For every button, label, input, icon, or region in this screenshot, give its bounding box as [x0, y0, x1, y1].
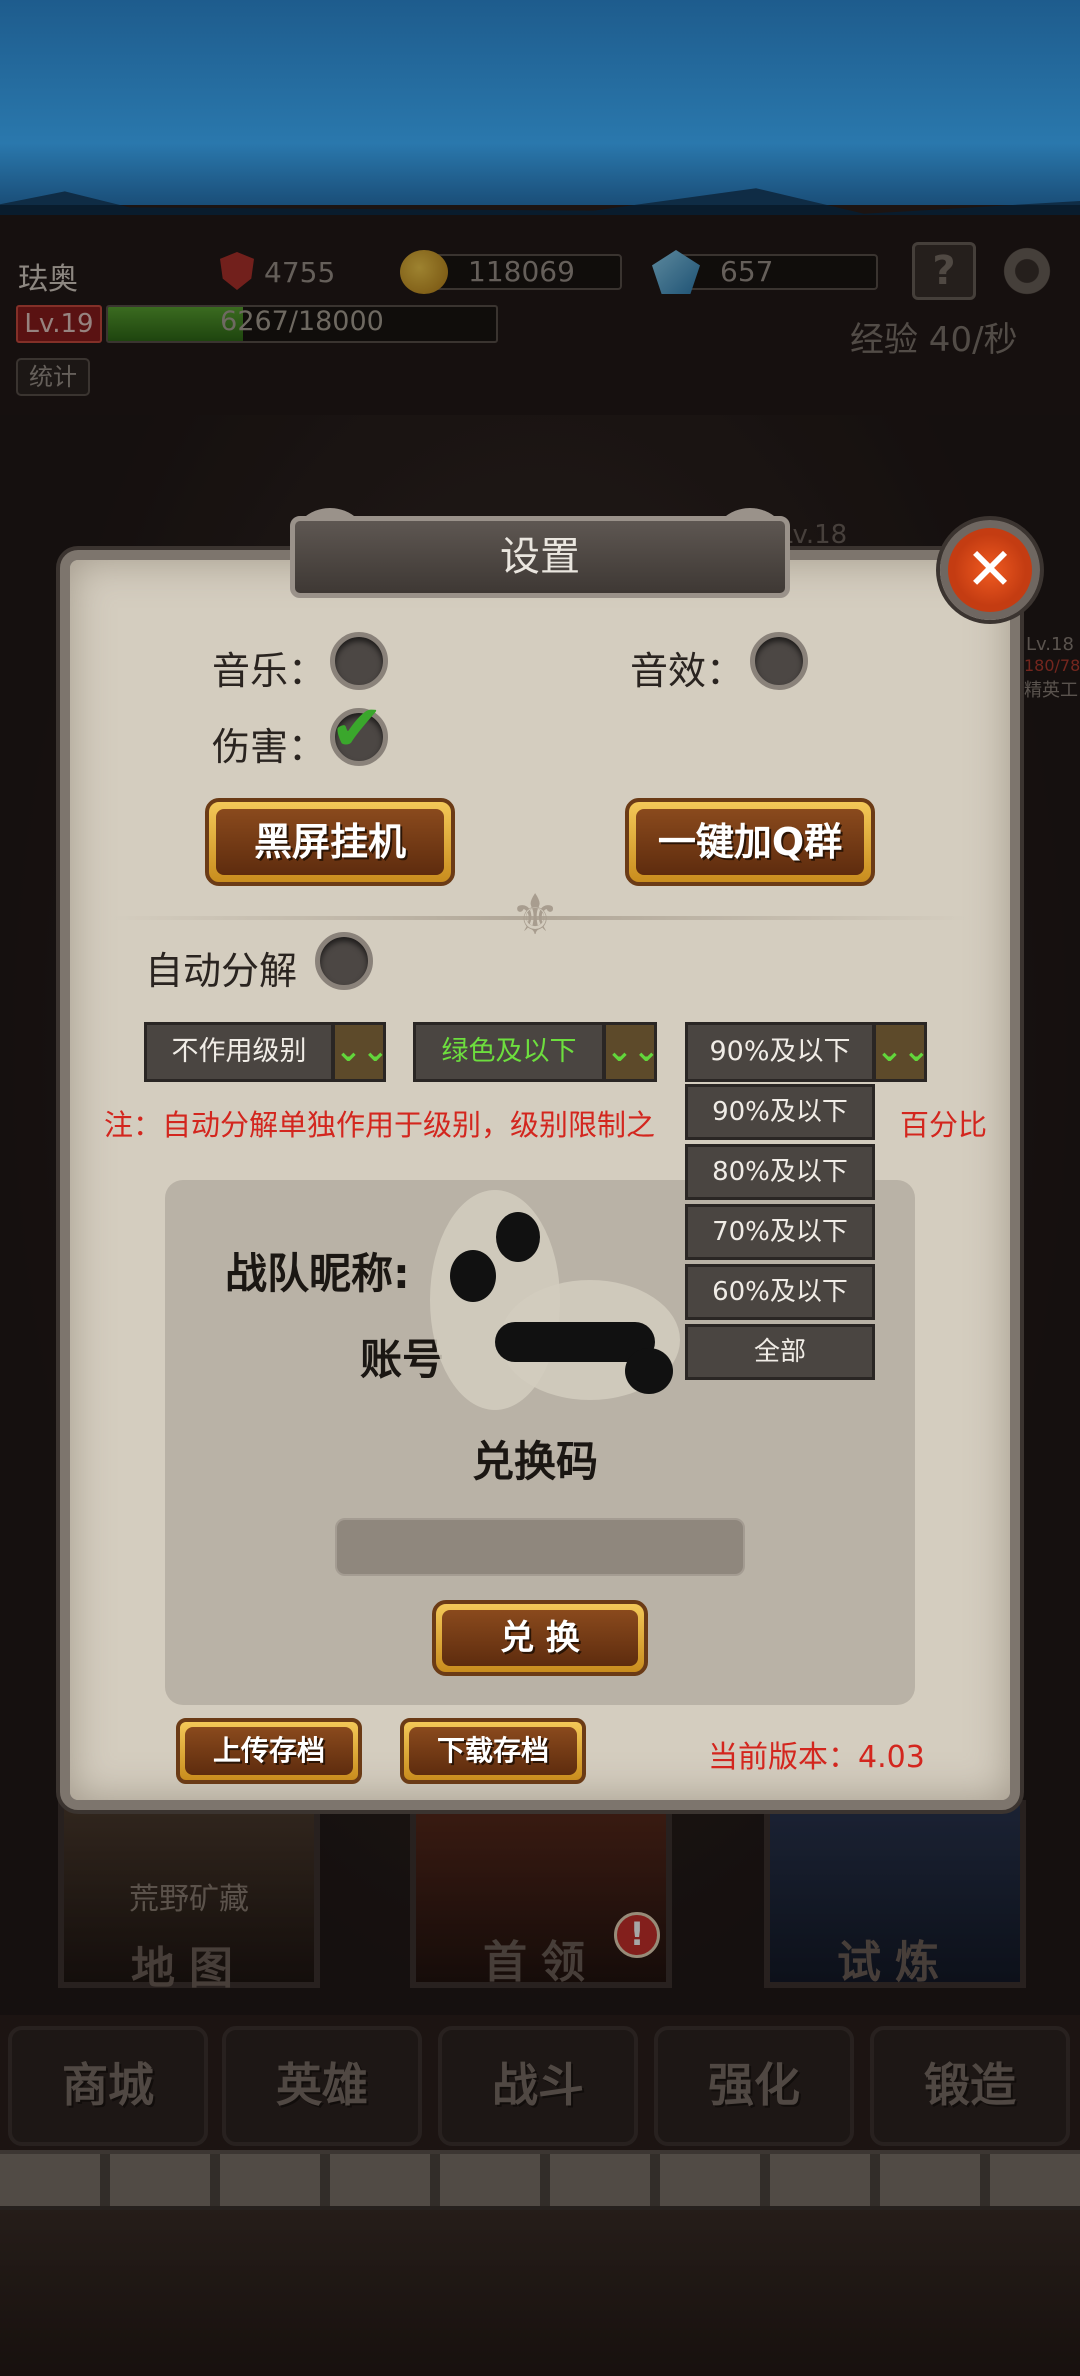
- music-toggle[interactable]: [330, 632, 388, 690]
- dialog-title: 设置: [290, 516, 790, 598]
- level-filter-select[interactable]: 不作用级别: [144, 1022, 334, 1082]
- auto-decompose-toggle[interactable]: [315, 932, 373, 990]
- join-qq-group-button[interactable]: 一键加Q群: [625, 798, 875, 886]
- redeem-code-label: 兑换码: [472, 1437, 599, 1486]
- redaction-scribble: [450, 1250, 496, 1302]
- close-icon[interactable]: ✕: [940, 520, 1040, 620]
- join-qq-group-label: 一键加Q群: [636, 809, 864, 875]
- chevron-down-icon[interactable]: ⌄⌄: [332, 1022, 389, 1082]
- redaction-scribble: [496, 1212, 540, 1262]
- upload-save-button[interactable]: 上传存档: [176, 1718, 362, 1784]
- sfx-toggle[interactable]: [750, 632, 808, 690]
- percent-option[interactable]: 90%及以下: [685, 1084, 875, 1140]
- percent-option[interactable]: 全部: [685, 1324, 875, 1380]
- redeem-button[interactable]: 兑 换: [432, 1600, 648, 1676]
- sfx-label: 音效：: [630, 649, 745, 693]
- percent-filter-select[interactable]: 90%及以下: [685, 1022, 875, 1082]
- download-save-button[interactable]: 下载存档: [400, 1718, 586, 1784]
- redeem-button-label: 兑 换: [442, 1610, 638, 1666]
- percent-option[interactable]: 80%及以下: [685, 1144, 875, 1200]
- account-label: 账号: [360, 1335, 445, 1384]
- team-name-label: 战队昵称:: [225, 1249, 410, 1298]
- percent-option[interactable]: 60%及以下: [685, 1264, 875, 1320]
- auto-decompose-note: 注：自动分解单独作用于级别，级别限制之: [104, 1108, 656, 1142]
- redaction-scribble: [625, 1348, 673, 1394]
- download-save-label: 下载存档: [409, 1727, 577, 1775]
- chevron-down-icon[interactable]: ⌄⌄: [873, 1022, 930, 1082]
- upload-save-label: 上传存档: [185, 1727, 353, 1775]
- auto-decompose-label: 自动分解: [145, 949, 298, 993]
- auto-decompose-note-tail: 百分比: [900, 1108, 988, 1142]
- percent-option[interactable]: 70%及以下: [685, 1204, 875, 1260]
- black-screen-idle-button[interactable]: 黑屏挂机: [205, 798, 455, 886]
- chevron-down-icon[interactable]: ⌄⌄: [603, 1022, 660, 1082]
- checkmark-icon: ✔: [330, 692, 384, 766]
- black-screen-idle-label: 黑屏挂机: [216, 809, 444, 875]
- redeem-code-input[interactable]: [335, 1518, 745, 1576]
- sky-background: [0, 0, 1080, 205]
- fleur-de-lis-icon: ⚜: [510, 883, 561, 948]
- damage-label: 伤害：: [212, 725, 327, 769]
- music-label: 音乐：: [212, 649, 327, 693]
- version-text: 当前版本：4.03: [708, 1740, 925, 1775]
- quality-filter-select[interactable]: 绿色及以下: [413, 1022, 605, 1082]
